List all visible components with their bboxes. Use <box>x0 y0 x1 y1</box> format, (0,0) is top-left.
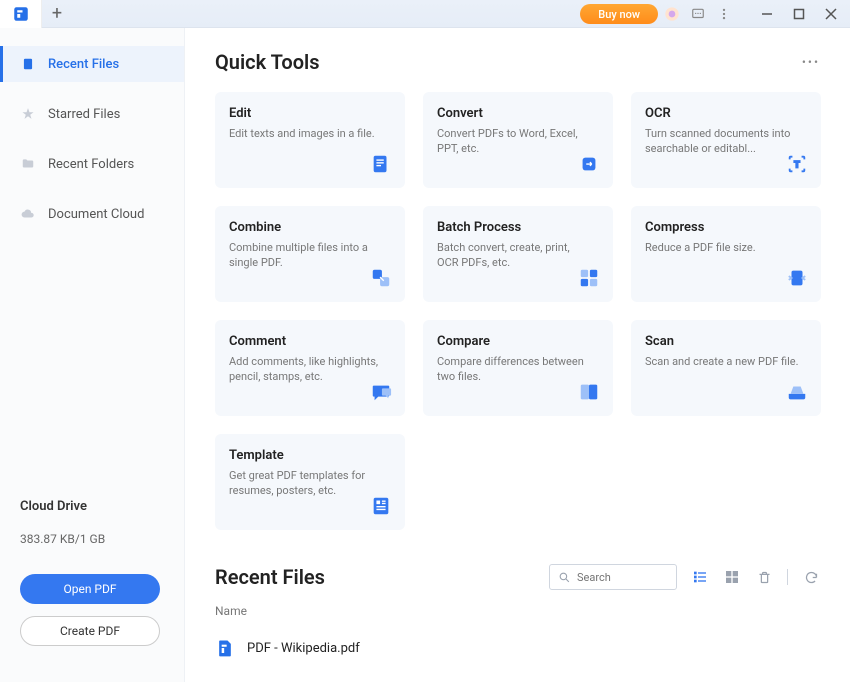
minimize-button[interactable] <box>752 2 782 26</box>
template-icon <box>369 494 393 518</box>
sidebar-item-recent-folders[interactable]: Recent Folders <box>0 146 184 182</box>
edit-icon <box>369 152 393 176</box>
open-pdf-button[interactable]: Open PDF <box>20 574 160 604</box>
main-content: Quick Tools ••• EditEdit texts and image… <box>185 28 850 682</box>
maximize-button[interactable] <box>784 2 814 26</box>
pdfelement-logo-icon <box>12 5 30 23</box>
buy-now-button[interactable]: Buy now <box>580 4 658 24</box>
kebab-menu-icon[interactable] <box>712 2 736 26</box>
feedback-icon[interactable] <box>686 2 710 26</box>
sidebar-item-label: Starred Files <box>48 107 120 122</box>
search-icon <box>558 571 571 584</box>
recent-files-title: Recent Files <box>215 565 325 589</box>
sidebar-item-starred-files[interactable]: Starred Files <box>0 96 184 132</box>
tool-compare[interactable]: CompareCompare differences between two f… <box>423 320 613 416</box>
batch-icon <box>577 266 601 290</box>
search-input[interactable] <box>577 571 667 584</box>
star-icon <box>20 106 36 122</box>
file-name: PDF - Wikipedia.pdf <box>247 641 360 656</box>
app-logo <box>0 0 42 28</box>
folder-icon <box>20 156 36 172</box>
convert-icon <box>577 152 601 176</box>
file-row[interactable]: PDF - Wikipedia.pdf <box>215 632 820 664</box>
grid-view-icon[interactable] <box>723 568 741 586</box>
titlebar: + Buy now <box>0 0 850 28</box>
tool-edit[interactable]: EditEdit texts and images in a file. <box>215 92 405 188</box>
close-button[interactable] <box>816 2 846 26</box>
column-header-name: Name <box>215 604 820 618</box>
tool-template[interactable]: TemplateGet great PDF templates for resu… <box>215 434 405 530</box>
sidebar-item-label: Document Cloud <box>48 207 144 222</box>
avatar-icon[interactable] <box>660 2 684 26</box>
sidebar-item-recent-files[interactable]: Recent Files <box>0 46 184 82</box>
pdf-file-icon <box>215 638 235 658</box>
svg-text:T: T <box>794 161 800 171</box>
tool-convert[interactable]: ConvertConvert PDFs to Word, Excel, PPT,… <box>423 92 613 188</box>
compress-icon <box>785 266 809 290</box>
tools-grid: EditEdit texts and images in a file. Con… <box>215 92 820 530</box>
sidebar: Recent Files Starred Files Recent Folder… <box>0 28 185 682</box>
quick-tools-title: Quick Tools <box>215 50 320 74</box>
tool-compress[interactable]: CompressReduce a PDF file size. <box>631 206 821 302</box>
combine-icon <box>369 266 393 290</box>
tool-comment[interactable]: CommentAdd comments, like highlights, pe… <box>215 320 405 416</box>
sidebar-item-label: Recent Folders <box>48 157 134 172</box>
sidebar-item-label: Recent Files <box>48 57 119 72</box>
more-menu-icon[interactable]: ••• <box>802 55 820 69</box>
file-icon <box>20 56 36 72</box>
new-tab-button[interactable]: + <box>42 0 72 28</box>
tool-scan[interactable]: ScanScan and create a new PDF file. <box>631 320 821 416</box>
search-box[interactable] <box>549 564 677 590</box>
tool-batch-process[interactable]: Batch ProcessBatch convert, create, prin… <box>423 206 613 302</box>
tool-ocr[interactable]: OCRTurn scanned documents into searchabl… <box>631 92 821 188</box>
cloud-drive-title: Cloud Drive <box>20 499 164 514</box>
refresh-icon[interactable] <box>802 568 820 586</box>
cloud-drive-usage: 383.87 KB/1 GB <box>20 532 164 546</box>
list-view-icon[interactable] <box>691 568 709 586</box>
compare-icon <box>577 380 601 404</box>
ocr-icon: T <box>785 152 809 176</box>
sidebar-item-document-cloud[interactable]: Document Cloud <box>0 196 184 232</box>
delete-icon[interactable] <box>755 568 773 586</box>
comment-icon <box>369 380 393 404</box>
tool-combine[interactable]: CombineCombine multiple files into a sin… <box>215 206 405 302</box>
scan-icon <box>785 380 809 404</box>
create-pdf-button[interactable]: Create PDF <box>20 616 160 646</box>
cloud-icon <box>20 206 36 222</box>
